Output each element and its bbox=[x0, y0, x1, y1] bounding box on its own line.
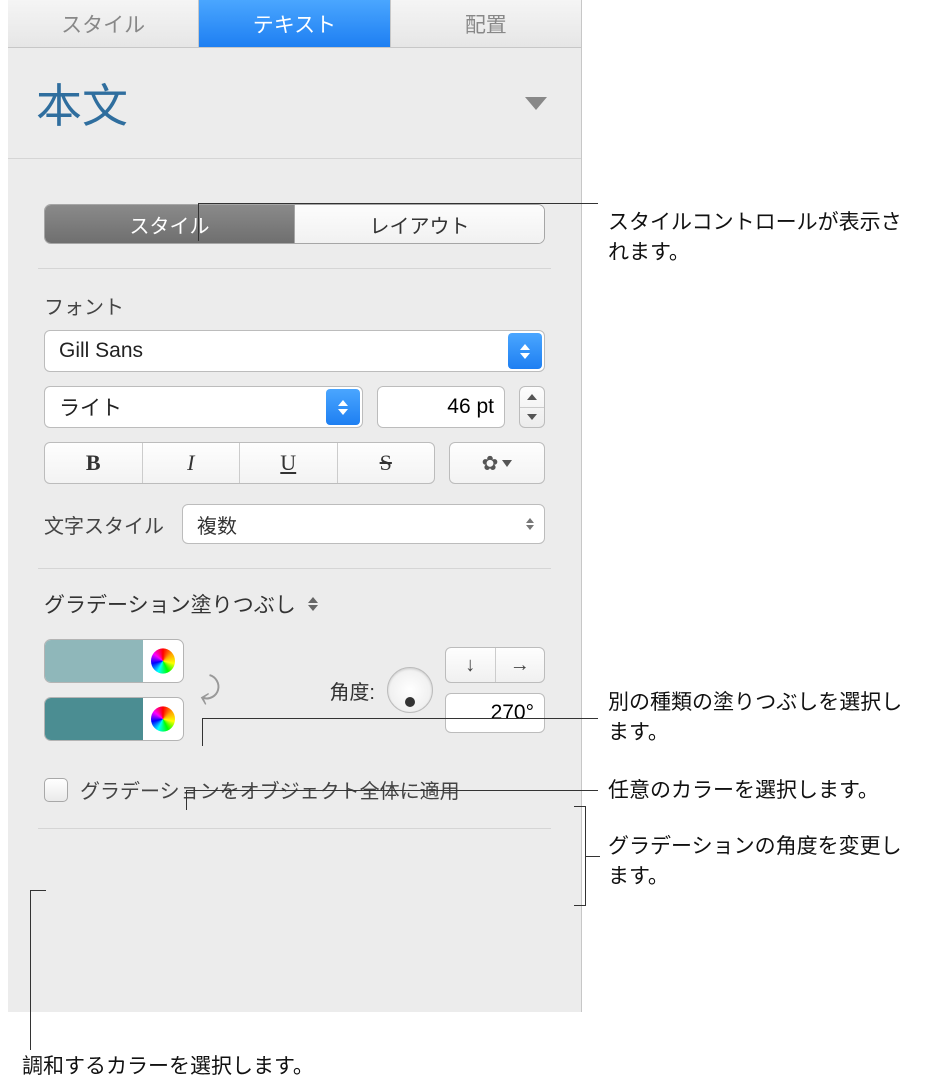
callout-leader bbox=[202, 718, 598, 719]
chevron-down-icon bbox=[525, 97, 547, 110]
callout-bracket bbox=[574, 806, 586, 906]
callout-leader bbox=[198, 203, 199, 241]
italic-button[interactable]: I bbox=[142, 443, 240, 483]
color-swatch[interactable] bbox=[45, 698, 143, 740]
paragraph-style-picker[interactable]: 本文 bbox=[8, 48, 581, 159]
callout-leader bbox=[30, 890, 31, 1050]
character-style-value: 複数 bbox=[197, 510, 237, 539]
callout-leader bbox=[586, 856, 600, 857]
gradient-direction-buttons: ↓ → bbox=[445, 647, 545, 683]
inspector-top-tabs: スタイル テキスト 配置 bbox=[8, 0, 581, 48]
paragraph-style-name: 本文 bbox=[36, 70, 128, 136]
font-family-value: Gill Sans bbox=[59, 339, 143, 363]
text-style-buttons: B I U S bbox=[44, 442, 435, 484]
font-size-field[interactable]: 46 pt bbox=[377, 386, 505, 428]
apply-to-whole-object-checkbox[interactable] bbox=[44, 778, 68, 802]
font-section-label: フォント bbox=[8, 269, 581, 330]
color-wheel-icon[interactable] bbox=[151, 706, 175, 731]
chevron-down-icon bbox=[502, 460, 512, 467]
dropdown-arrows-icon bbox=[326, 389, 360, 425]
angle-field[interactable]: 270° bbox=[445, 693, 545, 733]
gear-icon: ✿ bbox=[482, 451, 499, 476]
callout-leader bbox=[186, 790, 598, 791]
callout-leader bbox=[186, 790, 187, 810]
format-inspector-panel: スタイル テキスト 配置 本文 スタイル レイアウト フォント Gill San… bbox=[8, 0, 582, 1012]
angle-label: 角度: bbox=[329, 676, 375, 705]
fill-type-dropdown[interactable]: グラデーション塗りつぶし bbox=[8, 569, 581, 635]
character-style-dropdown[interactable]: 複数 bbox=[182, 504, 545, 544]
callout-leader bbox=[202, 718, 203, 746]
direction-vertical-button[interactable]: ↓ bbox=[446, 648, 495, 682]
character-style-label: 文字スタイル bbox=[44, 510, 164, 539]
dropdown-arrows-icon bbox=[526, 518, 534, 530]
subtab-layout[interactable]: レイアウト bbox=[294, 205, 544, 243]
subtab-style[interactable]: スタイル bbox=[45, 205, 294, 243]
text-subtab-segmented: スタイル レイアウト bbox=[44, 204, 545, 244]
font-weight-dropdown[interactable]: ライト bbox=[44, 386, 363, 428]
callout-style-controls: スタイルコントロールが表示されます。 bbox=[608, 208, 908, 269]
callout-fill-type: 別の種類の塗りつぶしを選択します。 bbox=[608, 688, 908, 749]
font-family-dropdown[interactable]: Gill Sans bbox=[44, 330, 545, 372]
tab-style[interactable]: スタイル bbox=[8, 0, 199, 47]
advanced-options-button[interactable]: ✿ bbox=[449, 442, 545, 484]
gradient-color-2-well[interactable] bbox=[44, 697, 184, 741]
underline-button[interactable]: U bbox=[239, 443, 337, 483]
gradient-color-1-well[interactable] bbox=[44, 639, 184, 683]
font-size-stepper[interactable] bbox=[519, 386, 545, 428]
tab-arrange[interactable]: 配置 bbox=[391, 0, 581, 47]
color-wheel-icon[interactable] bbox=[151, 648, 175, 673]
dropdown-arrows-icon bbox=[308, 597, 318, 611]
bold-button[interactable]: B bbox=[45, 443, 142, 483]
stepper-up[interactable] bbox=[520, 387, 544, 407]
color-swatch[interactable] bbox=[45, 640, 143, 682]
fill-type-value: グラデーション塗りつぶし bbox=[44, 589, 296, 619]
callout-any-color: 任意のカラーを選択します。 bbox=[608, 776, 924, 806]
direction-horizontal-button[interactable]: → bbox=[495, 648, 545, 682]
swap-colors-icon[interactable]: ⤸ bbox=[198, 671, 224, 709]
dropdown-arrows-icon bbox=[508, 333, 542, 369]
tab-text[interactable]: テキスト bbox=[199, 0, 390, 47]
angle-value: 270° bbox=[491, 701, 534, 725]
angle-indicator-icon bbox=[405, 697, 415, 707]
stepper-down[interactable] bbox=[520, 407, 544, 428]
callout-leader bbox=[198, 203, 598, 204]
font-size-value: 46 pt bbox=[447, 395, 494, 419]
strikethrough-button[interactable]: S bbox=[337, 443, 435, 483]
callout-matching-color: 調和するカラーを選択します。 bbox=[22, 1052, 314, 1082]
callout-angle: グラデーションの角度を変更します。 bbox=[608, 832, 918, 893]
angle-dial[interactable] bbox=[387, 667, 433, 713]
callout-leader bbox=[30, 890, 46, 891]
font-weight-value: ライト bbox=[59, 392, 122, 422]
